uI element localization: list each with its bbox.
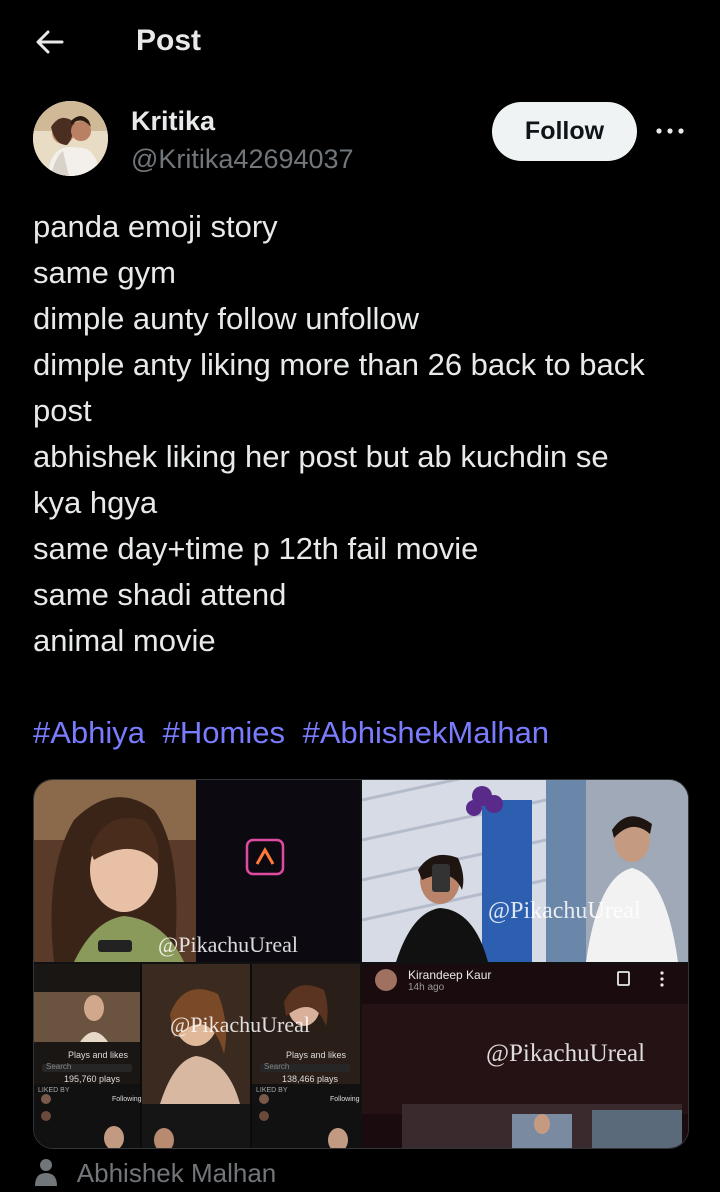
media-tile-1[interactable]: @PikachuUreal: [34, 780, 360, 962]
post-line: same day+time p 12th fail movie: [33, 531, 479, 566]
media-tile-3[interactable]: Plays and likes Search 195,760 plays LIK…: [34, 964, 360, 1148]
search-box-text: Search: [46, 1062, 72, 1071]
post-line: post: [33, 393, 92, 428]
watermark-text: @PikachuUreal: [486, 1040, 646, 1067]
hashtag-link[interactable]: #Homies: [163, 715, 285, 750]
plays-heading: Plays and likes: [68, 1050, 129, 1060]
post-line: kya hgya: [33, 485, 158, 520]
watermark-text: @PikachuUreal: [170, 1012, 310, 1037]
media-tile-2[interactable]: @PikachuUreal: [362, 780, 688, 962]
page-title: Post: [136, 24, 202, 57]
media-image-2: [362, 780, 688, 962]
post-line: same shadi attend: [33, 577, 287, 612]
hashtag-link[interactable]: #AbhishekMalhan: [303, 715, 549, 750]
more-options-icon[interactable]: [654, 119, 686, 143]
liked-by-label: LIKED BY: [38, 1087, 70, 1094]
post-line: dimple anty liking more than 26 back to …: [33, 347, 645, 382]
plays-heading: Plays and likes: [286, 1050, 347, 1060]
mentioned-user-name: Abhishek Malhan: [76, 1158, 277, 1188]
post-line: abhishek liking her post but ab kuchdin …: [33, 439, 609, 474]
avatar-image: [33, 101, 108, 176]
follow-button[interactable]: Follow: [492, 102, 637, 161]
avatar[interactable]: [33, 101, 108, 176]
media-grid: @PikachuUreal @PikachuUreal Plays and li…: [33, 779, 689, 1149]
story-user-name: Kirandeep Kaur: [408, 968, 492, 982]
liked-by-label: LIKED BY: [256, 1087, 288, 1094]
post-line: animal movie: [33, 623, 216, 658]
media-tile-4[interactable]: Kirandeep Kaur 14h ago @PikachuUreal: [362, 964, 688, 1148]
following-label: Following: [112, 1096, 142, 1103]
post-line: panda emoji story: [33, 209, 278, 244]
plays-count: 138,466 plays: [282, 1074, 339, 1084]
search-box-text: Search: [264, 1062, 290, 1071]
post-line: dimple aunty follow unfollow: [33, 301, 419, 336]
author-display-name[interactable]: Kritika: [131, 106, 215, 137]
watermark-text: @PikachuUreal: [158, 932, 298, 957]
post-text: panda emoji story same gym dimple aunty …: [33, 204, 703, 664]
back-arrow-icon[interactable]: [34, 26, 66, 58]
following-label: Following: [330, 1096, 360, 1103]
post-line: same gym: [33, 255, 176, 290]
watermark-text: @PikachuUreal: [488, 898, 641, 924]
top-app-bar: Post: [0, 0, 720, 86]
story-time: 14h ago: [408, 982, 445, 993]
author-handle[interactable]: @Kritika42694037: [131, 144, 354, 175]
hashtag-row: #Abhiya #Homies #AbhishekMalhan: [33, 710, 558, 756]
hashtag-link[interactable]: #Abhiya: [33, 715, 145, 750]
person-icon: [35, 1159, 57, 1186]
plays-count: 195,760 plays: [64, 1074, 121, 1084]
